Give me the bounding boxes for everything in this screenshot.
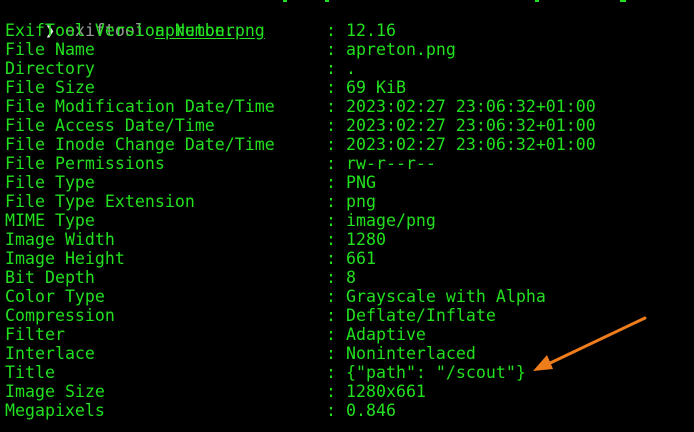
exif-separator: :	[326, 211, 336, 230]
exif-separator: :	[326, 97, 336, 116]
exif-key: Title	[5, 363, 55, 382]
exif-separator: :	[326, 382, 336, 401]
exif-row: ExifTool Version Number:12.16	[5, 21, 396, 40]
exif-value: 69 KiB	[346, 78, 406, 97]
exif-row: Image Width:1280	[5, 230, 386, 249]
exif-separator: :	[326, 306, 336, 325]
exif-separator: :	[326, 59, 336, 78]
exif-separator: :	[326, 154, 336, 173]
exif-value: Deflate/Inflate	[346, 306, 496, 325]
exif-row: Bit Depth:8	[5, 268, 356, 287]
previous-line-fragment	[620, 0, 626, 2]
exif-row: Megapixels:0.846	[5, 401, 396, 420]
exif-key: Filter	[5, 325, 65, 344]
exif-row: File Inode Change Date/Time:2023:02:27 2…	[5, 135, 596, 154]
exif-value: Noninterlaced	[346, 344, 476, 363]
exif-separator: :	[326, 249, 336, 268]
exif-value: Adaptive	[346, 325, 426, 344]
exif-value: Grayscale with Alpha	[346, 287, 546, 306]
command-line: ❯ exiftool apreton.png	[5, 2, 265, 40]
exif-key: Directory	[5, 59, 95, 78]
exif-separator: :	[326, 363, 336, 382]
exif-row: File Type: PNG	[5, 173, 376, 192]
exif-value: 8	[346, 268, 356, 287]
terminal-window[interactable]: ❯ exiftool apreton.png ExifTool Version N…	[0, 0, 694, 432]
exif-row: Color Type: Grayscale with Alpha	[5, 287, 546, 306]
exif-key: MIME Type	[5, 211, 95, 230]
exif-value: png	[346, 192, 376, 211]
exif-key: File Type Extension	[5, 192, 195, 211]
exif-row: Image Size:1280x661	[5, 382, 426, 401]
exif-separator: :	[326, 135, 336, 154]
exif-key: Color Type	[5, 287, 105, 306]
exif-value: rw-r--r--	[346, 154, 436, 173]
exif-row: Interlace: Noninterlaced	[5, 344, 476, 363]
exif-row: File Access Date/Time:2023:02:27 23:06:3…	[5, 116, 596, 135]
exif-key: File Size	[5, 78, 95, 97]
exif-separator: :	[326, 192, 336, 211]
exif-key: File Type	[5, 173, 95, 192]
exif-row: File Size:69 KiB	[5, 78, 406, 97]
exif-key: File Name	[5, 40, 95, 59]
exif-separator: :	[326, 78, 336, 97]
exif-value: apreton.png	[346, 40, 456, 59]
exif-key: File Inode Change Date/Time	[5, 135, 275, 154]
exif-row: Title: {"path": "/scout"}	[5, 363, 526, 382]
exif-row: Compression: Deflate/Inflate	[5, 306, 496, 325]
exif-value: {"path": "/scout"}	[346, 363, 526, 382]
exif-row: Directory:.	[5, 59, 356, 78]
exif-separator: :	[326, 116, 336, 135]
exif-key: Compression	[5, 306, 115, 325]
exif-separator: :	[326, 268, 336, 287]
exif-separator: :	[326, 325, 336, 344]
exif-value: 12.16	[346, 21, 396, 40]
exif-value: 661	[346, 249, 376, 268]
exif-separator: :	[326, 401, 336, 420]
exif-value: 2023:02:27 23:06:32+01:00	[346, 135, 596, 154]
exif-separator: :	[326, 173, 336, 192]
exif-row: MIME Type: image/png	[5, 211, 436, 230]
exif-separator: :	[326, 287, 336, 306]
exif-value: image/png	[346, 211, 436, 230]
exif-value: 1280	[346, 230, 386, 249]
exif-separator: :	[326, 230, 336, 249]
previous-line-fragment	[283, 0, 287, 2]
exif-key: Image Height	[5, 249, 125, 268]
exif-key: Image Width	[5, 230, 115, 249]
exif-row: File Type Extension: png	[5, 192, 376, 211]
exif-key: Megapixels	[5, 401, 105, 420]
exif-separator: :	[326, 21, 336, 40]
exif-key: Bit Depth	[5, 268, 95, 287]
exif-separator: :	[326, 344, 336, 363]
exif-value: 2023:02:27 23:06:32+01:00	[346, 97, 596, 116]
exif-row: Image Height:661	[5, 249, 376, 268]
exif-key: File Permissions	[5, 154, 165, 173]
previous-line-fragment	[535, 0, 539, 2]
exif-value: .	[346, 59, 356, 78]
exif-value: 0.846	[346, 401, 396, 420]
exif-key: File Access Date/Time	[5, 116, 215, 135]
exif-value: 2023:02:27 23:06:32+01:00	[346, 116, 596, 135]
exif-value: PNG	[346, 173, 376, 192]
exif-key: Image Size	[5, 382, 105, 401]
previous-line-fragment	[325, 0, 329, 2]
exif-value: 1280x661	[346, 382, 426, 401]
exif-row: Filter: Adaptive	[5, 325, 426, 344]
exif-key: Interlace	[5, 344, 95, 363]
exif-row: File Permissions: rw-r--r--	[5, 154, 436, 173]
exif-row: File Name: apreton.png	[5, 40, 456, 59]
exif-separator: :	[326, 40, 336, 59]
exif-key: ExifTool Version Number	[5, 21, 235, 40]
exif-key: File Modification Date/Time	[5, 97, 275, 116]
exif-row: File Modification Date/Time:2023:02:27 2…	[5, 97, 596, 116]
